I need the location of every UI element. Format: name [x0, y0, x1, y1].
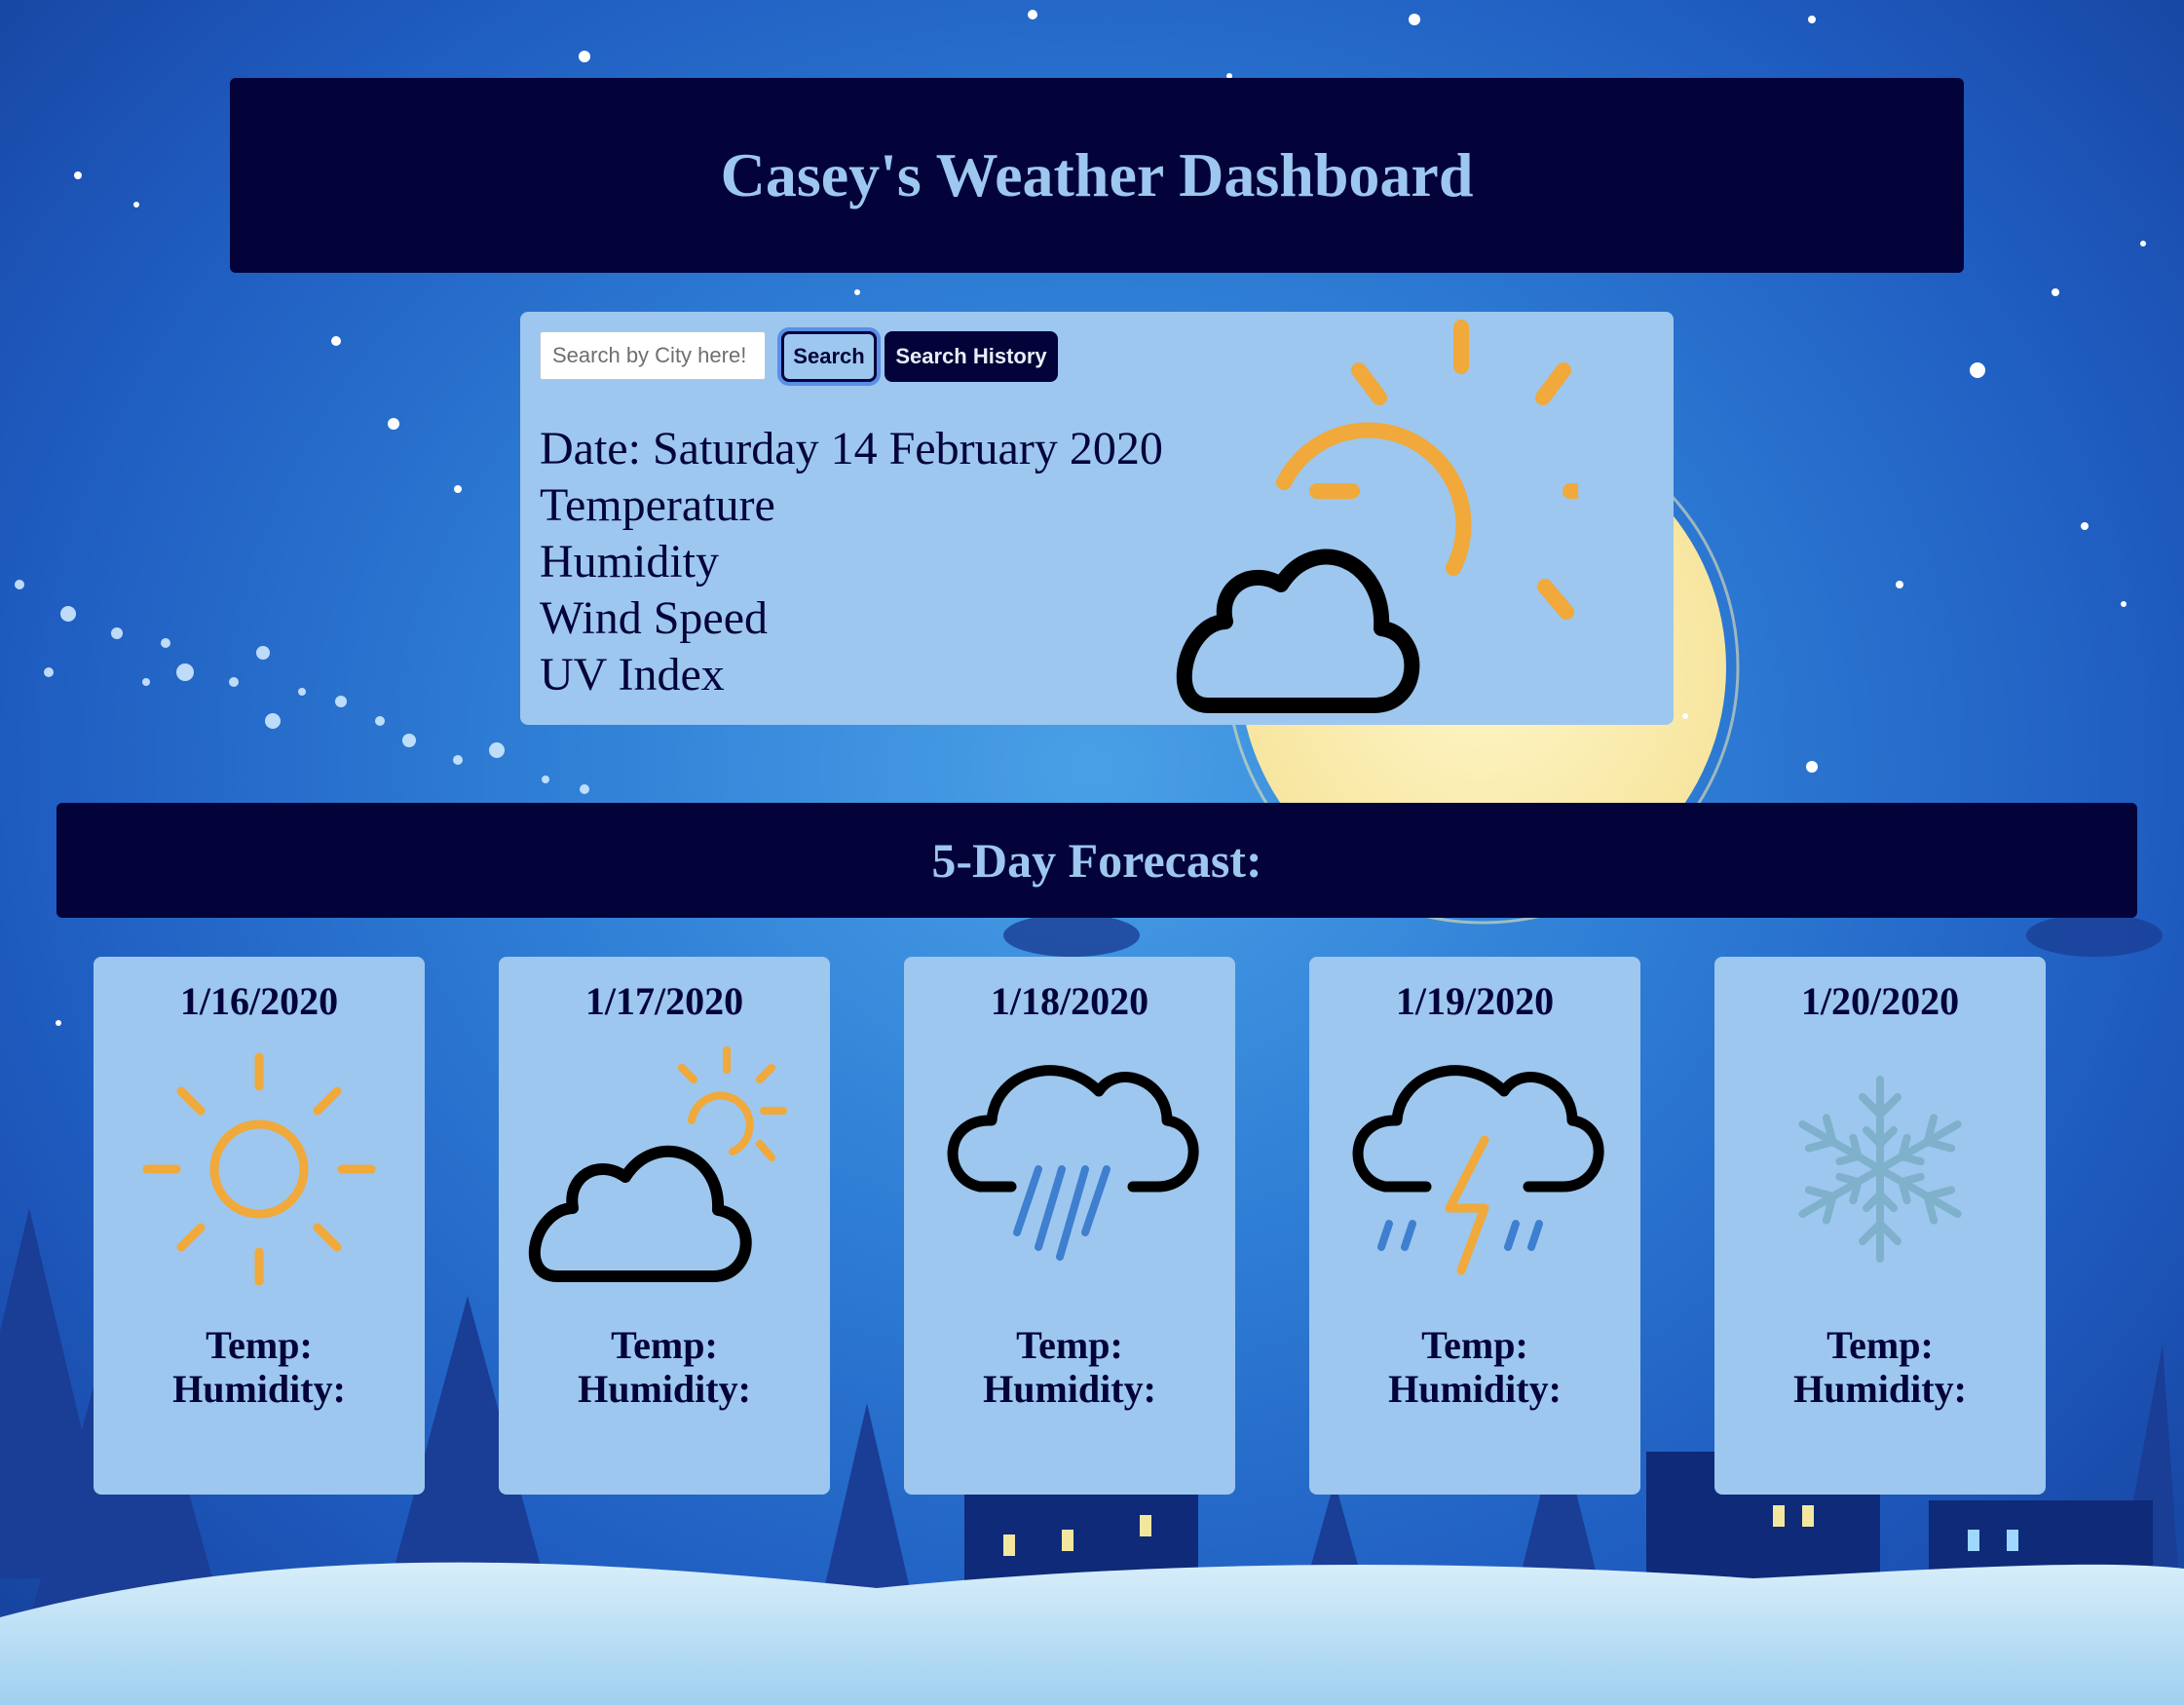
snow-ground	[0, 1562, 2184, 1705]
forecast-temp: Temp:	[1826, 1323, 1934, 1367]
forecast-humidity: Humidity:	[983, 1367, 1156, 1411]
thunderstorm-icon	[1352, 1065, 1604, 1275]
current-uv-index: UV Index	[540, 649, 725, 701]
current-weather-details: Date: Saturday 14 February 2020 Temperat…	[540, 421, 1163, 703]
current-weather-panel: Search Search History Date: Saturday 14 …	[520, 312, 1674, 725]
current-humidity: Humidity	[540, 536, 720, 587]
forecast-header: 5-Day Forecast:	[56, 803, 2137, 918]
forecast-card: 1/20/2020 Temp: Humidity:	[1714, 957, 2046, 1495]
sun-icon	[142, 1052, 376, 1286]
rain-icon	[947, 1065, 1199, 1261]
forecast-card: 1/17/2020 Temp: Humidity:	[499, 957, 830, 1495]
forecast-title: 5-Day Forecast:	[931, 833, 1262, 888]
forecast-date: 1/18/2020	[990, 979, 1149, 1023]
forecast-card: 1/18/2020 Temp: Humidity:	[904, 957, 1235, 1495]
forecast-date: 1/16/2020	[179, 979, 339, 1023]
forecast-temp: Temp:	[611, 1323, 718, 1367]
current-temperature: Temperature	[540, 479, 775, 531]
forecast-card: 1/16/2020 Temp: Humidity:	[94, 957, 425, 1495]
forecast-humidity: Humidity:	[1388, 1367, 1562, 1411]
forecast-humidity: Humidity:	[1793, 1367, 1967, 1411]
forecast-card: 1/19/2020 Temp: Humidity:	[1309, 957, 1640, 1495]
forecast-humidity: Humidity:	[578, 1367, 751, 1411]
forecast-date: 1/19/2020	[1395, 979, 1555, 1023]
city-search-input[interactable]	[540, 331, 766, 380]
forecast-humidity: Humidity:	[172, 1367, 346, 1411]
forecast-temp: Temp:	[1016, 1323, 1123, 1367]
sparkle-trail	[15, 580, 589, 794]
forecast-temp: Temp:	[1421, 1323, 1528, 1367]
search-button[interactable]: Search	[781, 331, 877, 382]
search-history-button[interactable]: Search History	[885, 331, 1058, 382]
partly-cloudy-icon	[528, 1046, 787, 1282]
page-title: Casey's Weather Dashboard	[720, 140, 1474, 209]
current-date: Date: Saturday 14 February 2020	[540, 423, 1163, 474]
forecast-date: 1/20/2020	[1800, 979, 1960, 1023]
partly-cloudy-icon	[1176, 320, 1578, 713]
current-wind-speed: Wind Speed	[540, 592, 769, 644]
forecast-date: 1/17/2020	[584, 979, 744, 1023]
forecast-temp: Temp:	[206, 1323, 313, 1367]
page-header: Casey's Weather Dashboard	[230, 78, 1964, 273]
snowflake-icon	[1798, 1076, 1962, 1263]
